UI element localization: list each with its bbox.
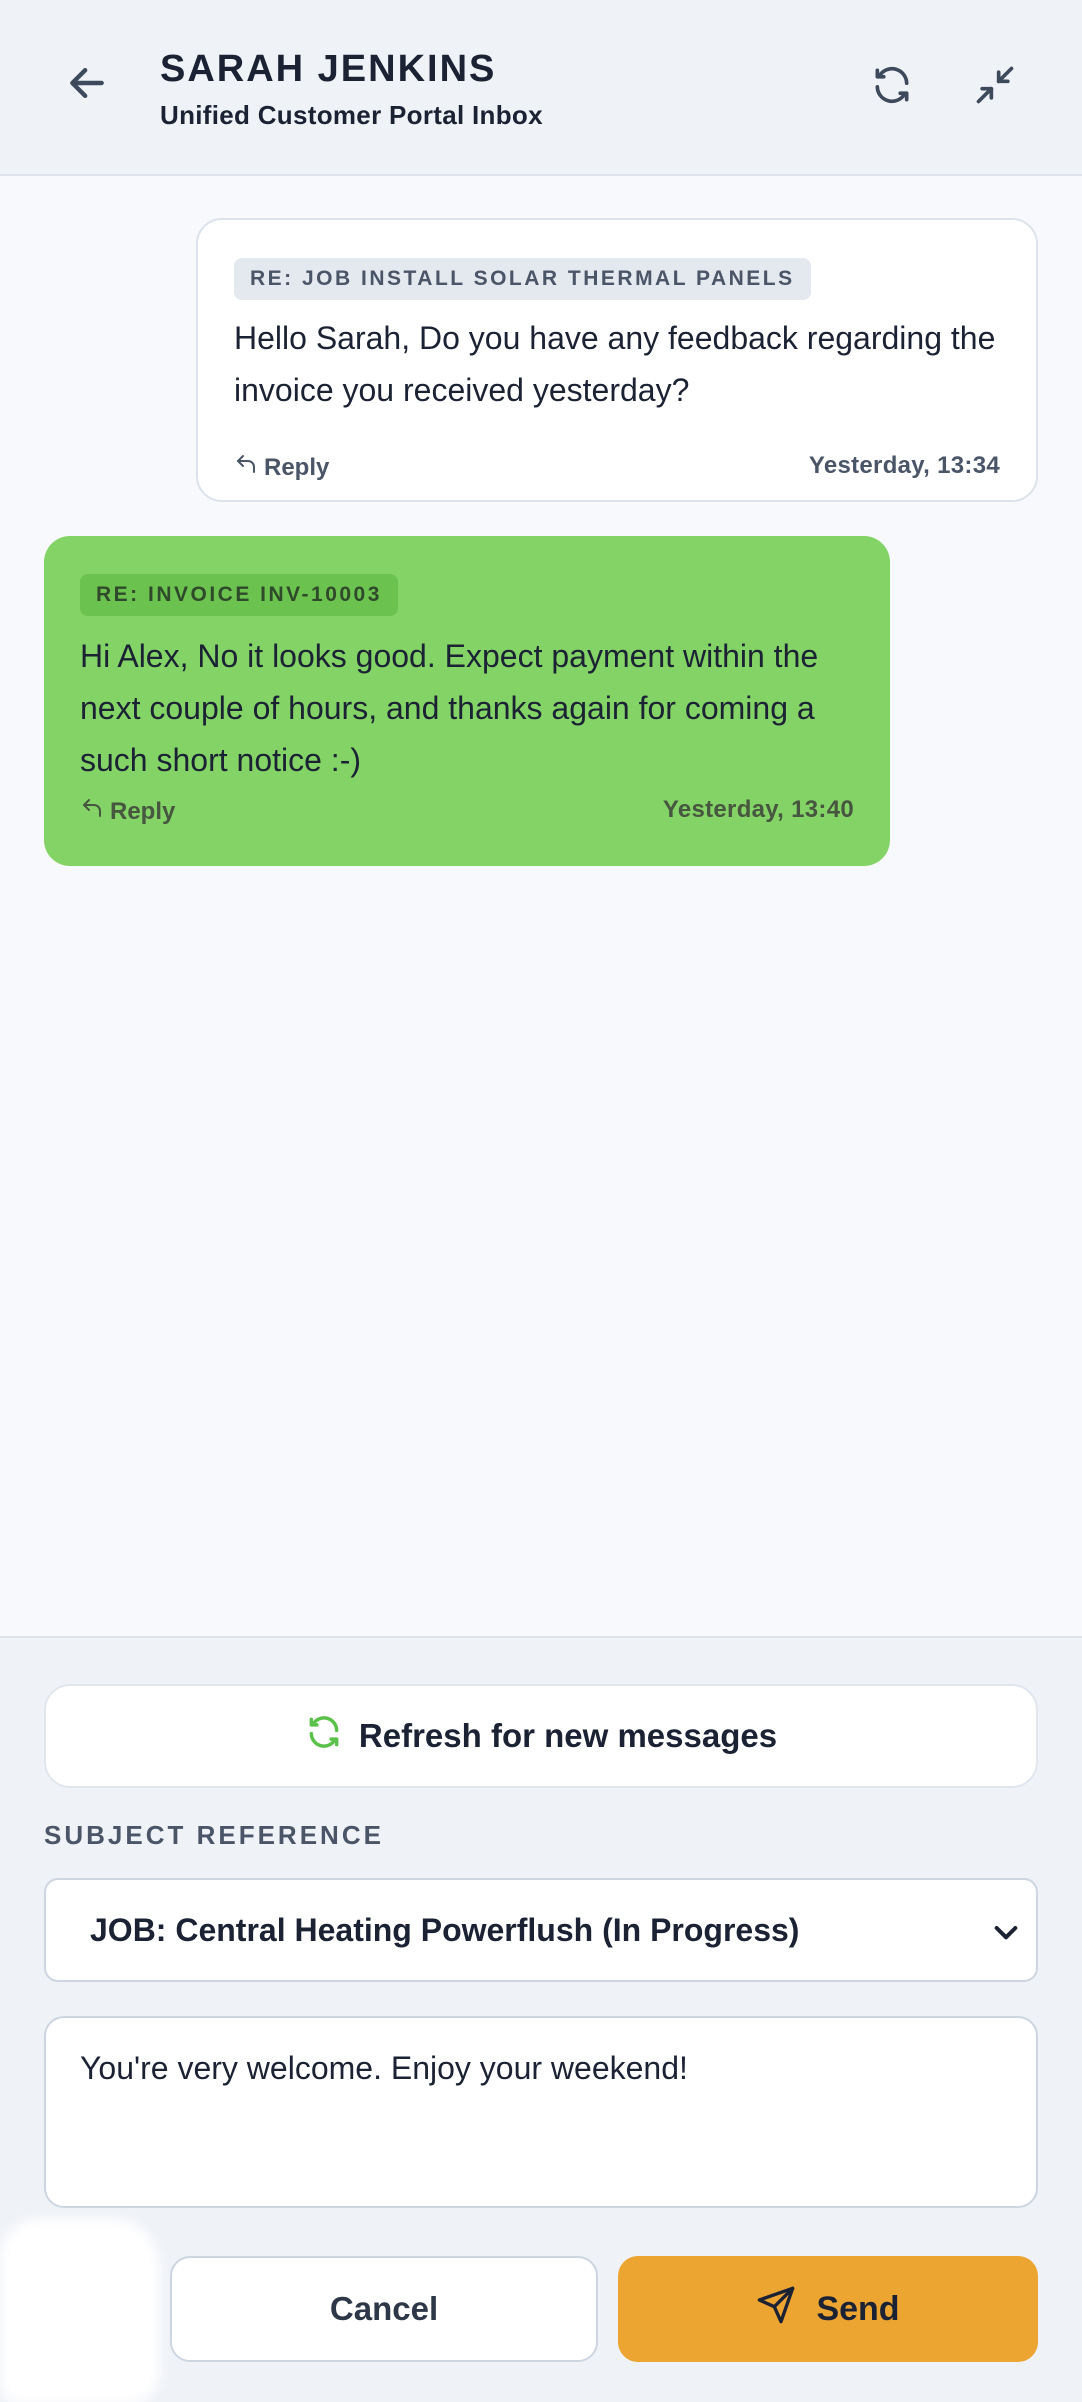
message-thread: RE: JOB INSTALL SOLAR THERMAL PANELS Hel… <box>0 176 1082 1636</box>
subject-reference-select[interactable]: JOB: Central Heating Powerflush (In Prog… <box>44 1878 1038 1982</box>
message-incoming: RE: JOB INSTALL SOLAR THERMAL PANELS Hel… <box>196 218 1038 502</box>
back-button[interactable] <box>52 50 122 120</box>
reply-button[interactable]: Reply <box>234 452 329 483</box>
refresh-button[interactable] <box>857 52 927 122</box>
subject-selected-value: JOB: Central Heating Powerflush (In Prog… <box>90 1911 800 1948</box>
send-label: Send <box>816 2289 900 2328</box>
refresh-messages-button[interactable]: Refresh for new messages <box>44 1684 1038 1788</box>
message-timestamp: Yesterday, 13:34 <box>808 452 1000 479</box>
message-input[interactable]: You're very welcome. Enjoy your weekend! <box>44 2016 1038 2208</box>
reply-arrow-icon <box>80 796 104 827</box>
reply-arrow-icon <box>234 452 258 483</box>
inbox-subtitle: Unified Customer Portal Inbox <box>160 100 543 130</box>
refresh-icon <box>305 1713 343 1759</box>
collapse-arrows-icon <box>973 63 1017 112</box>
send-button[interactable]: Send <box>618 2256 1038 2362</box>
blurred-overlay <box>0 2218 160 2402</box>
chevron-down-icon <box>990 1916 1022 1948</box>
message-timestamp: Yesterday, 13:40 <box>662 796 854 823</box>
collapse-button[interactable] <box>960 52 1030 122</box>
message-text: Hello Sarah, Do you have any feedback re… <box>234 320 996 408</box>
cancel-button[interactable]: Cancel <box>170 2256 598 2362</box>
header-bar: SARAH JENKINS Unified Customer Portal In… <box>0 0 1082 176</box>
reply-label: Reply <box>110 797 176 825</box>
subject-reference-label: SUBJECT REFERENCE <box>44 1820 384 1850</box>
contact-name: SARAH JENKINS <box>160 48 497 90</box>
message-text: Hi Alex, No it looks good. Expect paymen… <box>80 638 819 778</box>
reply-label: Reply <box>264 453 330 481</box>
message-outgoing: RE: INVOICE INV-10003 Hi Alex, No it loo… <box>44 536 890 866</box>
inbox-app: SARAH JENKINS Unified Customer Portal In… <box>0 0 1082 2402</box>
arrow-left-icon <box>65 61 109 110</box>
refresh-messages-label: Refresh for new messages <box>358 1717 778 1754</box>
send-icon <box>756 2285 796 2334</box>
refresh-icon <box>870 63 914 112</box>
reply-button[interactable]: Reply <box>80 796 175 827</box>
message-subject-tag: RE: INVOICE INV-10003 <box>80 574 398 616</box>
message-subject-tag: RE: JOB INSTALL SOLAR THERMAL PANELS <box>234 258 811 300</box>
composer-panel: Refresh for new messages SUBJECT REFEREN… <box>0 1636 1082 2402</box>
